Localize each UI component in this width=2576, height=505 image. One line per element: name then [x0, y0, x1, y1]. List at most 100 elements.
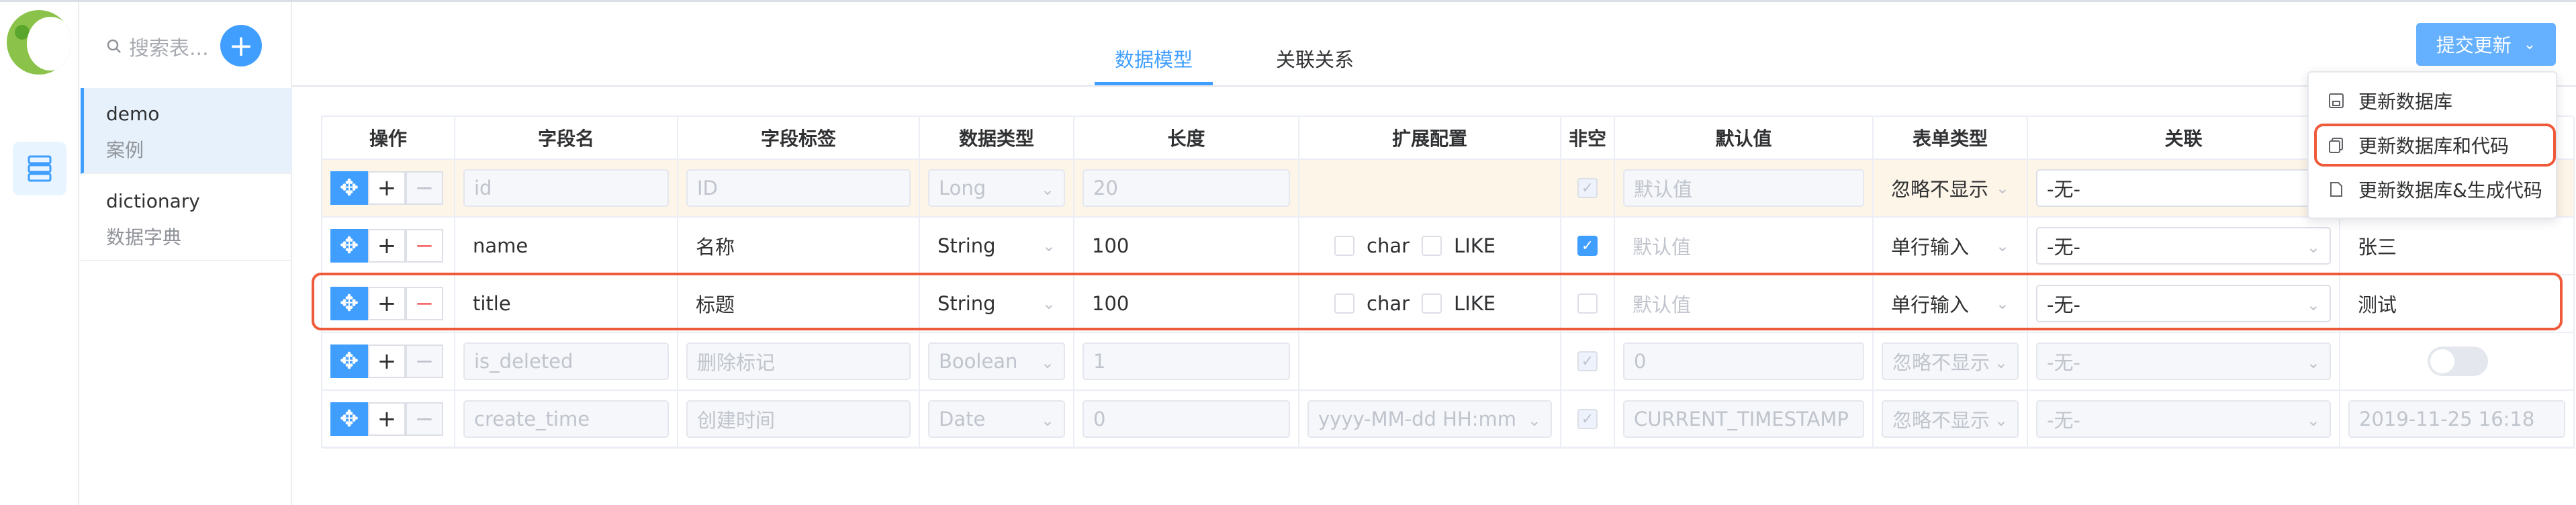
- char-label: char: [1367, 234, 1410, 257]
- add-row-button[interactable]: +: [368, 402, 406, 436]
- length-input: 1: [1083, 342, 1290, 380]
- sidebar-item-subtitle: 数据字典: [106, 226, 182, 248]
- sample-value-input: 2019-11-25 16:18: [2348, 400, 2565, 438]
- form-type-value: 忽略不显示: [1892, 351, 1990, 374]
- field-label-input: 创建时间: [686, 400, 911, 438]
- date-format-value: yyyy-MM-dd HH:mm: [1318, 408, 1517, 430]
- length-input: 20: [1083, 169, 1290, 207]
- row-highlight-ring: [312, 273, 2563, 330]
- table-header: 操作 字段名 字段标签 数据类型 长度 扩展配置 非空 默认值 表单类型 关联: [322, 117, 2575, 160]
- data-type-select: Boolean ⌄: [928, 342, 1065, 380]
- add-table-button[interactable]: +: [220, 25, 262, 66]
- move-icon: ✥: [339, 406, 359, 432]
- database-icon: [28, 155, 52, 182]
- header-cell: 默认值: [1615, 117, 1874, 158]
- ext-config-cell: [1299, 333, 1561, 389]
- add-row-button[interactable]: +: [368, 171, 406, 205]
- table-sidebar: 搜索表... + demo 案例 dictionary 数据字典: [81, 2, 292, 505]
- add-row-button[interactable]: +: [368, 345, 406, 378]
- relation-select: -无- ⌄: [2036, 342, 2331, 380]
- sidebar-item-title: demo: [106, 103, 160, 125]
- menu-item-update-db-generate[interactable]: 更新数据库&生成代码: [2309, 169, 2559, 210]
- move-button[interactable]: ✥: [330, 402, 368, 436]
- field-label-input: ID: [686, 169, 911, 207]
- length-input: 0: [1083, 400, 1290, 438]
- chevron-down-icon: ⌄: [1042, 236, 1056, 255]
- header-cell: 非空: [1561, 117, 1615, 158]
- char-checkbox[interactable]: [1334, 236, 1354, 256]
- menu-highlight-ring: [2314, 124, 2556, 167]
- not-null-checkbox: ✓: [1577, 351, 1598, 371]
- move-icon: ✥: [339, 175, 359, 201]
- data-type-value: Boolean: [939, 350, 1018, 373]
- move-button[interactable]: ✥: [330, 229, 368, 263]
- data-type-value: Long: [939, 177, 986, 199]
- chevron-down-icon: ⌄: [2306, 411, 2320, 430]
- search-placeholder: 搜索表...: [129, 37, 209, 60]
- field-name-input: is_deleted: [463, 342, 669, 380]
- menu-item-label: 更新数据库&生成代码: [2358, 179, 2542, 201]
- like-checkbox[interactable]: [1422, 236, 1442, 256]
- chevron-down-icon: ⌄: [1994, 353, 2008, 372]
- table-row: ✥ + − is_deleted 删除标记 Boolean ⌄ 1 ✓ 0 忽略不…: [322, 333, 2575, 391]
- tab-data-model[interactable]: 数据模型: [1115, 44, 1193, 73]
- relation-value: -无-: [2047, 178, 2080, 201]
- form-type-select: 忽略不显示 ⌄: [1882, 400, 2019, 438]
- menu-item-label: 更新数据库: [2358, 91, 2453, 113]
- tab-relations[interactable]: 关联关系: [1276, 44, 1354, 73]
- form-type-select[interactable]: 忽略不显示 ⌄: [1882, 169, 2019, 207]
- chevron-down-icon: ⌄: [1995, 179, 2009, 197]
- delete-row-button[interactable]: −: [406, 229, 443, 263]
- form-type-select[interactable]: 单行输入 ⌄: [1882, 227, 2019, 265]
- length-input[interactable]: 100: [1083, 227, 1290, 265]
- header-cell: 数据类型: [920, 117, 1074, 158]
- form-type-value: 忽略不显示: [1891, 178, 1989, 201]
- move-button[interactable]: ✥: [330, 171, 368, 205]
- field-label-input[interactable]: 名称: [686, 227, 911, 265]
- default-value-input[interactable]: 默认值: [1623, 227, 1864, 265]
- relation-value: -无-: [2047, 351, 2080, 374]
- like-label: LIKE: [1454, 234, 1496, 257]
- submit-update-button[interactable]: 提交更新 ⌄: [2416, 23, 2556, 66]
- menu-item-update-db[interactable]: 更新数据库: [2309, 81, 2559, 121]
- tab-divider: [292, 85, 2576, 87]
- field-name-input: id: [463, 169, 669, 207]
- table-row: ✥ + − create_time 创建时间 Date ⌄ 0 yyyy-MM-d…: [322, 391, 2575, 449]
- not-null-checkbox: ✓: [1577, 178, 1598, 198]
- add-row-button[interactable]: +: [368, 229, 406, 263]
- move-icon: ✥: [339, 232, 359, 259]
- sample-value-input[interactable]: 张三: [2348, 227, 2565, 265]
- relation-select: -无- ⌄: [2036, 400, 2331, 438]
- data-type-select[interactable]: String ⌄: [928, 227, 1065, 265]
- move-button[interactable]: ✥: [330, 345, 368, 378]
- header-cell: 字段名: [455, 117, 678, 158]
- plus-icon: +: [228, 28, 254, 63]
- not-null-checkbox[interactable]: ✓: [1577, 236, 1598, 256]
- table-row: ✥ + − id ID Long ⌄ 20 ✓ 默认值 忽略不显示 ⌄ -无-⌄: [322, 160, 2575, 218]
- header-cell: 扩展配置: [1299, 117, 1561, 158]
- relation-value: -无-: [2047, 236, 2080, 259]
- default-value-input: CURRENT_TIMESTAMP: [1623, 400, 1864, 438]
- form-type-value: 忽略不显示: [1892, 409, 1990, 432]
- sample-toggle[interactable]: [2428, 347, 2488, 376]
- header-cell: 关联: [2028, 117, 2340, 158]
- sidebar-item-dictionary[interactable]: dictionary 数据字典: [81, 175, 292, 261]
- nav-item-database[interactable]: [13, 142, 66, 195]
- sidebar-item-subtitle: 案例: [106, 139, 144, 161]
- field-name-input[interactable]: name: [463, 227, 669, 265]
- relation-select[interactable]: -无-⌄: [2036, 227, 2331, 265]
- chevron-down-icon: ⌄: [2523, 36, 2536, 53]
- top-border: [0, 0, 2576, 2]
- chevron-down-icon: ⌄: [1995, 236, 2009, 255]
- sidebar-item-demo[interactable]: demo 案例: [81, 88, 292, 174]
- chevron-down-icon: ⌄: [1040, 411, 1054, 430]
- header-cell: 字段标签: [678, 117, 920, 158]
- not-null-checkbox: ✓: [1577, 409, 1598, 429]
- save-icon: [2329, 93, 2344, 108]
- chevron-down-icon: ⌄: [1040, 353, 1054, 372]
- header-cell: 操作: [322, 117, 455, 158]
- field-label-input: 删除标记: [686, 342, 911, 380]
- delete-row-button: −: [406, 171, 443, 205]
- relation-select[interactable]: -无-⌄: [2036, 169, 2331, 207]
- ext-config-cell: [1299, 160, 1561, 216]
